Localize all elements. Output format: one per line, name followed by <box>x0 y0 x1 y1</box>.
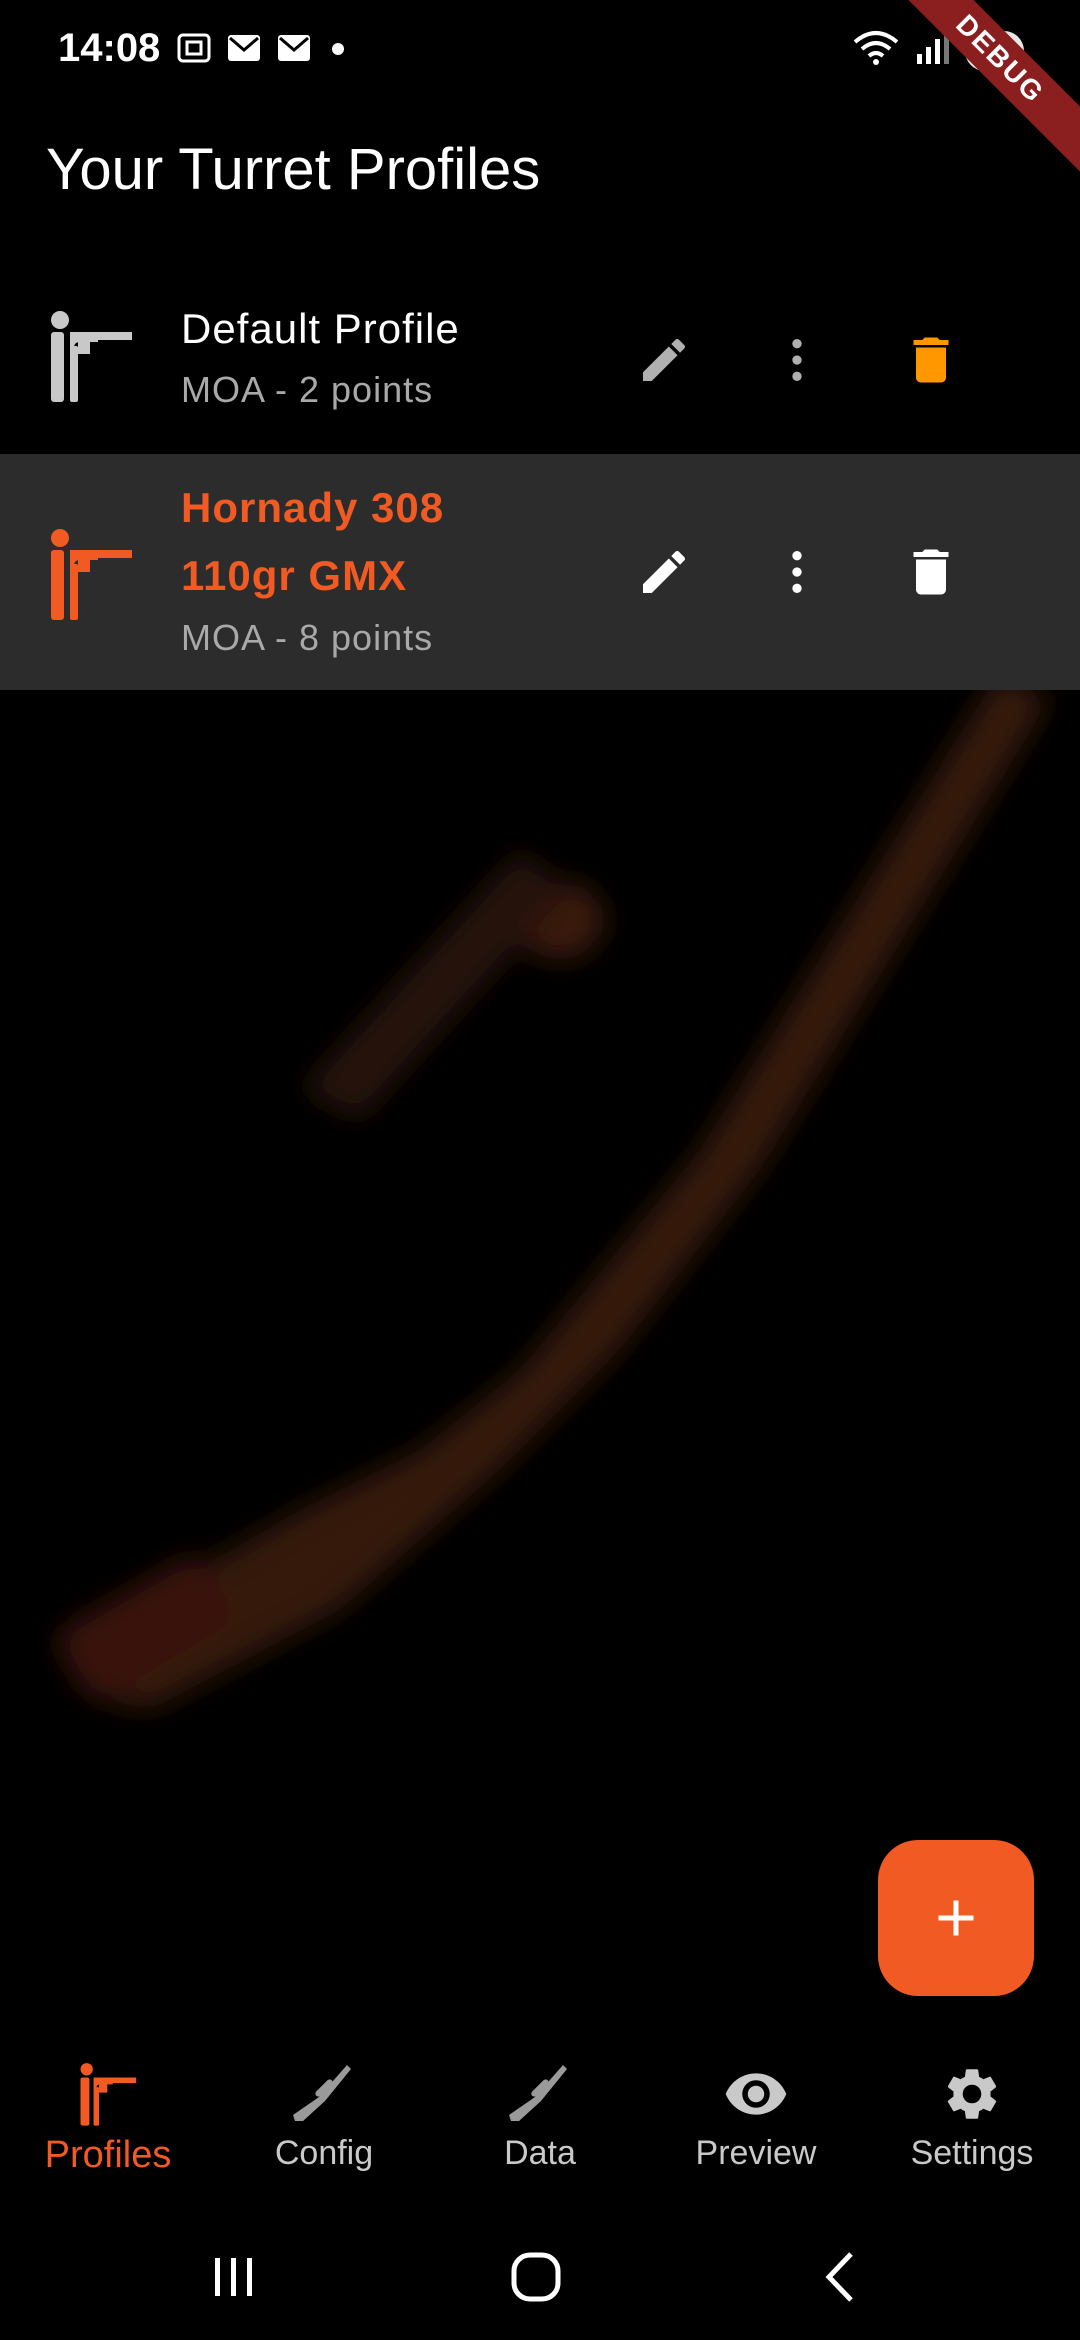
edit-button[interactable] <box>628 536 700 608</box>
recent-apps-button[interactable] <box>194 2242 274 2312</box>
add-icon <box>938 1900 974 1936</box>
delete-button[interactable] <box>895 324 967 396</box>
delete-button[interactable] <box>895 536 967 608</box>
profile-row[interactable]: Default Profile MOA - 2 points <box>0 278 1080 454</box>
profile-subtitle: MOA - 8 points <box>181 617 434 658</box>
rifle-icon <box>509 2065 567 2121</box>
nav-item-settings[interactable]: Settings <box>864 2040 1080 2200</box>
profile-list: Default Profile MOA - 2 points Hornady 3… <box>0 278 1080 690</box>
profile-name-line1: Hornady 308 <box>181 484 445 531</box>
rifle-icon <box>293 2065 351 2121</box>
status-time: 14:08 <box>58 26 161 70</box>
shooter-icon <box>80 2063 137 2126</box>
home-button[interactable] <box>496 2242 576 2312</box>
nav-item-profiles[interactable]: Profiles <box>0 2040 216 2200</box>
shooter-icon <box>46 526 136 627</box>
back-icon <box>825 2252 853 2302</box>
status-bar: 14:08 94 DEBUG <box>0 0 1080 182</box>
nav-label: Settings <box>910 2134 1034 2172</box>
shooter-icon <box>46 308 136 409</box>
nav-item-config[interactable]: Config <box>216 2040 432 2200</box>
dot-icon <box>326 33 350 68</box>
rifle-background-image <box>58 690 1050 1710</box>
system-navigation-bar <box>0 2220 1080 2340</box>
more-options-button[interactable] <box>761 536 833 608</box>
more-vert-icon <box>792 551 802 593</box>
recent-apps-icon <box>215 2258 252 2296</box>
add-profile-button[interactable] <box>878 1840 1034 1996</box>
back-button[interactable] <box>800 2242 880 2312</box>
wifi-icon <box>851 28 901 73</box>
status-icons-left <box>176 32 350 69</box>
screenshot-icon <box>176 32 212 69</box>
mail-icon <box>276 33 312 68</box>
nav-item-data[interactable]: Data <box>432 2040 648 2200</box>
pencil-icon <box>643 550 686 593</box>
mail-icon <box>226 33 262 68</box>
nav-label: Preview <box>695 2134 817 2172</box>
profile-name-line2: 110gr GMX <box>181 552 408 599</box>
more-vert-icon <box>792 339 802 381</box>
pencil-icon <box>643 338 686 381</box>
trash-icon <box>913 337 949 383</box>
edit-button[interactable] <box>628 324 700 396</box>
nav-label: Config <box>274 2134 374 2172</box>
more-options-button[interactable] <box>761 324 833 396</box>
page-title: Your Turret Profiles <box>46 137 541 202</box>
nav-item-preview[interactable]: Preview <box>648 2040 864 2200</box>
trash-icon <box>913 549 949 595</box>
bottom-navigation: Profiles Config Data Preview Settings <box>0 2040 1080 2200</box>
nav-label: Data <box>504 2134 576 2172</box>
profile-row-selected[interactable]: Hornady 308 110gr GMX MOA - 8 points <box>0 454 1080 690</box>
gear-icon <box>947 2069 997 2119</box>
profile-subtitle: MOA - 2 points <box>181 369 434 410</box>
eye-icon <box>725 2073 787 2115</box>
home-icon <box>511 2252 561 2302</box>
profile-name: Default Profile <box>181 305 460 352</box>
nav-label: Profiles <box>44 2134 172 2176</box>
